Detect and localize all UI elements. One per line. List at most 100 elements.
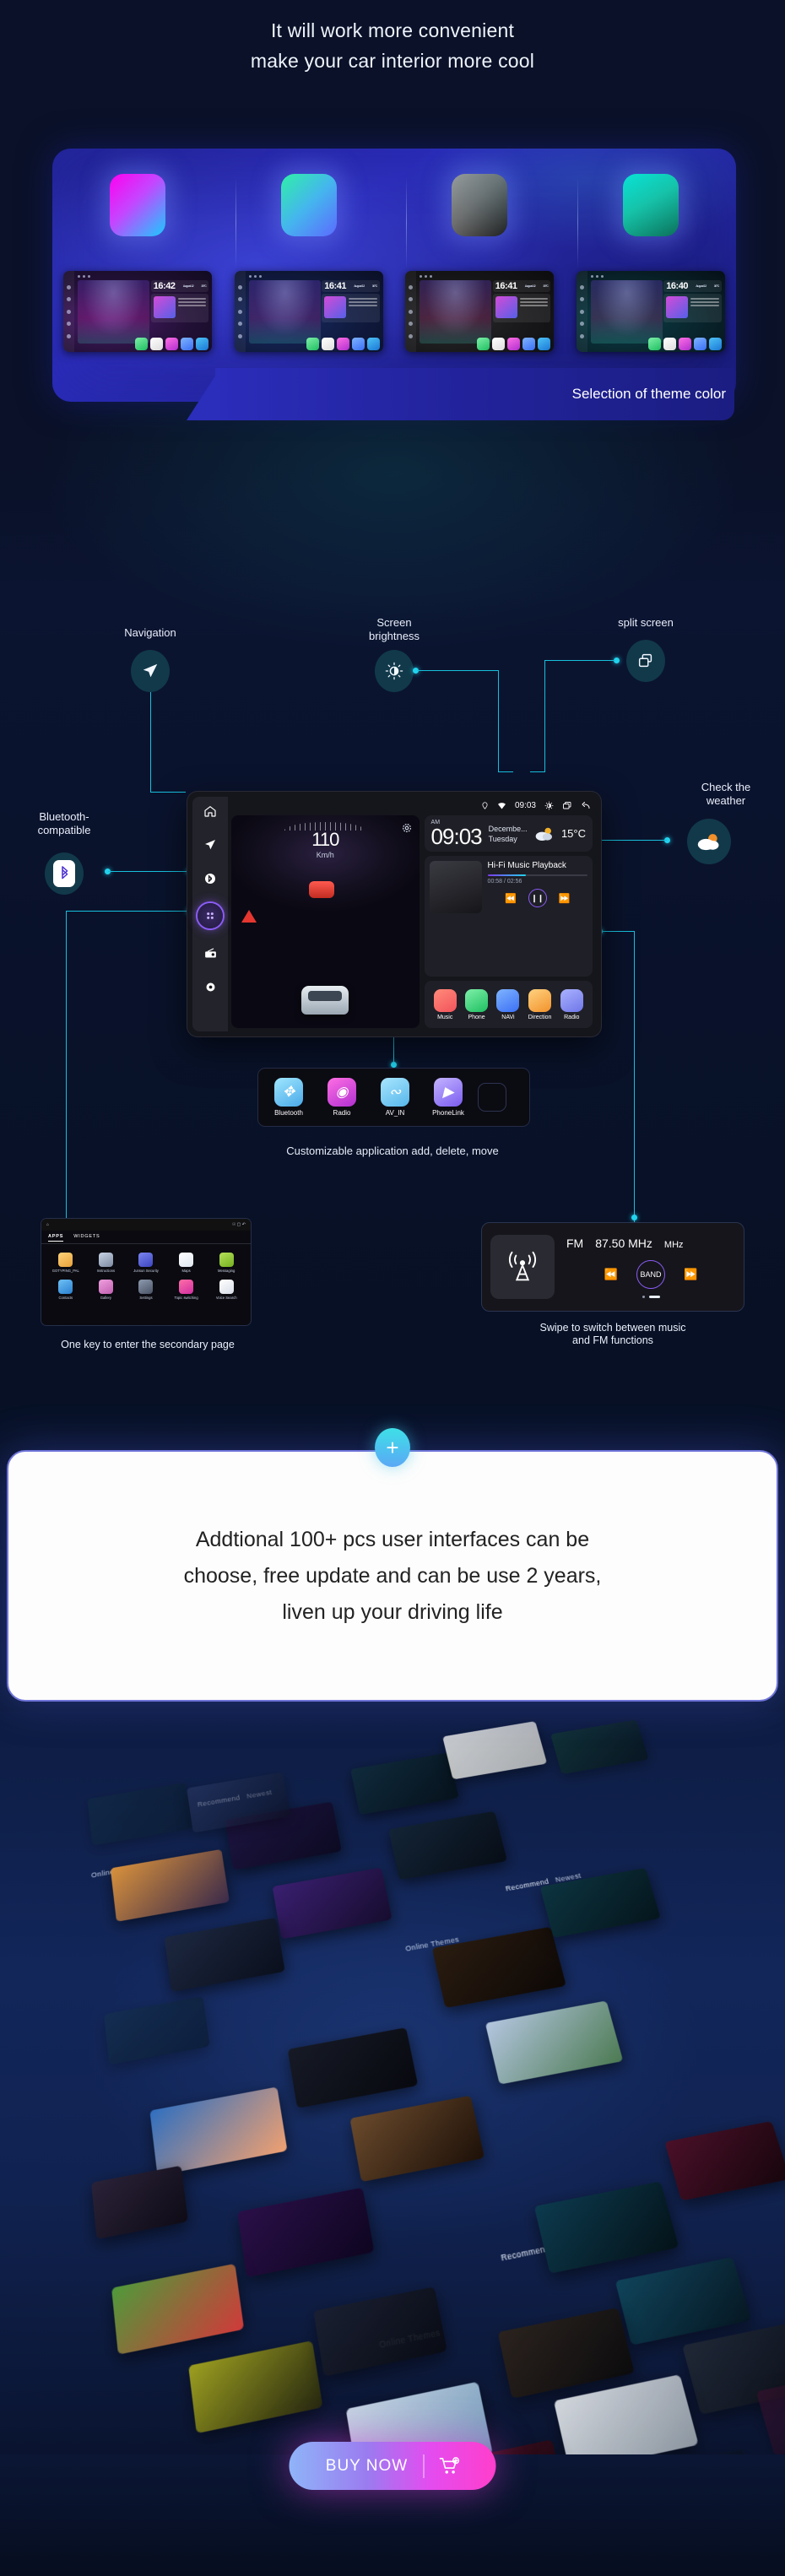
tab-widgets[interactable]: WIDGETS [73,1234,100,1242]
app-shortcut-music[interactable]: Music [433,988,457,1020]
music-elapsed-total: 00:58 / 02:56 [487,879,522,885]
preview-dashboard [420,280,491,344]
secondary-app-grid: GOTYPING_PAL Instructions Junsun Securit… [41,1244,251,1308]
theme-preview-thumbnail[interactable]: 16:40 August 12 30°C [576,271,725,352]
music-player-widget[interactable]: Hi-Fi Music Playback 00:58 / 02:56 ⏪ ❙❙ … [424,856,593,977]
tray-app-av-in[interactable]: ∾ AV_IN [371,1078,419,1117]
app-shortcut-radio[interactable]: Radio [560,988,583,1020]
app-shortcut-phone[interactable]: Phone [465,988,489,1020]
secondary-app-label: Maps [181,1269,191,1273]
secondary-app-item[interactable]: Junsun Security [127,1253,165,1273]
tab-apps[interactable]: APPS [48,1234,64,1242]
theme-thumbnail[interactable]: Day 3D [553,2374,699,2454]
theme-thumbnail[interactable]: Wilderness [110,1848,230,1922]
sidebar-item-radio[interactable] [201,944,219,962]
sidebar-item-home[interactable] [201,802,219,820]
tray-app-radio[interactable]: ◉ Radio [318,1078,365,1117]
theme-thumbnail[interactable]: Green-shadow [87,1782,193,1846]
album-art [429,861,482,913]
secondary-app-item[interactable]: Settings [127,1280,165,1300]
theme-swatch-teal[interactable] [622,174,679,236]
secondary-app-item[interactable]: Messaging [207,1253,246,1273]
fm-band-button[interactable]: BAND [636,1259,665,1289]
theme-preview-thumbnail[interactable]: 16:41 August 12 30°C [405,271,555,352]
tray-app-bluetooth[interactable]: ✥ Bluetooth [265,1078,312,1117]
connector-dot-tray [391,1062,397,1068]
theme-thumbnail[interactable]: Halley [388,1810,507,1881]
phone-icon [465,988,489,1012]
secondary-app-item[interactable]: Instructions [87,1253,126,1273]
secondary-app-item[interactable]: GOTYPING_PAL [46,1253,85,1273]
theme-swatch-grey-black[interactable] [452,174,508,236]
headline-line-2: make your car interior more cool [250,50,535,72]
theme-thumbnail[interactable]: Traverse [313,2286,447,2377]
theme-thumbnail[interactable]: Secret [164,1917,285,1992]
pause-button[interactable]: ❙❙ [528,889,547,907]
theme-thumbnail[interactable]: Traverse [287,2027,419,2108]
theme-thumbnail[interactable]: Purple-charm [237,2187,375,2278]
theme-thumbnail[interactable]: Set-Sail [349,2095,485,2183]
theme-thumbnail[interactable]: Horizon [614,2257,752,2346]
sidebar-item-navigation[interactable] [201,836,219,854]
theme-thumbnail[interactable]: Star-Alliance [103,1996,210,2065]
sidebar-item-bluetooth[interactable] [201,869,219,888]
theme-thumbnail[interactable]: Londina [272,1867,392,1940]
app-shortcut-navi[interactable]: NAVi [496,988,520,1020]
tray-app-phonelink[interactable]: ▶ PhoneLink [425,1078,472,1117]
clock-weather-widget[interactable]: AM 09:03 Decembe... Tuesday 15°C [424,815,593,852]
theme-name: Klein [134,2232,153,2240]
secondary-app-item[interactable]: Voice Search [207,1280,246,1300]
theme-thumbnail[interactable]: Astronaut [442,1721,548,1780]
clock-weekday: Tuesday [488,834,517,843]
preview-app-row [249,338,380,350]
secondary-app-item[interactable]: Contacts [46,1280,85,1300]
app-shortcut-direction[interactable]: Direction [528,988,551,1020]
preview-widgets: 16:42 August 12 30°C [150,280,209,322]
theme-swatch-magenta-cyan[interactable] [110,174,166,236]
back-arrow-icon[interactable] [581,801,591,810]
theme-thumbnail[interactable]: Sharp [188,2341,323,2434]
theme-caption-bubble: Selection of theme color [215,368,734,420]
hazard-car [308,881,334,898]
theme-thumbnail[interactable]: Bronze [550,1719,649,1775]
fm-radio-panel[interactable]: FM 87.50 MHz MHz ⏪ BAND ⏩ [481,1222,744,1312]
secondary-app-item[interactable]: Gallery [87,1280,126,1300]
music-progress-bar[interactable] [487,874,587,876]
theme-thumbnail[interactable]: Explore-universe [533,2181,679,2274]
theme-thumbnail[interactable]: Flatstyle [111,2263,245,2355]
status-clock: 09:03 [514,800,536,810]
home-icon: ⌂ [46,1222,50,1227]
fm-frequency: 87.50 MHz [595,1236,652,1250]
secondary-app-item[interactable]: Topic switching [167,1280,206,1300]
split-screen-icon[interactable] [562,801,572,810]
brightness-icon[interactable] [544,801,554,810]
theme-thumbnail[interactable]: Maldives [485,2000,624,2085]
plus-badge-icon: + [375,1428,410,1467]
phonelink-icon: ▶ [434,1078,463,1107]
sidebar-item-app-drawer[interactable] [198,903,223,928]
next-track-button[interactable]: ⏩ [559,893,571,904]
connector-brightness-v [498,670,499,771]
theme-swatch-green-blue[interactable] [280,174,337,236]
theme-thumbnail[interactable]: Microshadow [350,1752,459,1816]
theme-thumbnail[interactable]: Sunshine [664,2121,785,2201]
preview-date: August 12 [354,284,365,288]
preview-time: 16:41 [495,281,517,291]
theme-thumbnail[interactable]: Sunny the Cloud [497,2307,635,2399]
preview-album-art [666,296,689,318]
secondary-app-item[interactable]: Maps [167,1253,206,1273]
preview-dashboard [248,280,321,344]
swatch-cell [577,174,723,268]
connector-split-h2 [530,771,545,772]
sidebar-item-settings[interactable] [201,977,219,996]
theme-preview-thumbnail[interactable]: 16:42 August 12 30°C [63,271,213,352]
tray-empty-slot[interactable] [478,1083,506,1112]
theme-preview-thumbnail[interactable]: 16:41 August 12 30°C [234,271,383,352]
fm-next-button[interactable]: ⏩ [684,1268,697,1281]
buy-now-button[interactable]: BUY NOW [289,2442,496,2490]
driving-dashboard-widget[interactable]: 110 Km/h [231,815,420,1028]
fm-unit: MHz [663,1239,684,1250]
prev-track-button[interactable]: ⏪ [505,893,517,904]
secondary-page-panel[interactable]: ⌂ ☉ ▢ ↶ APPS WIDGETS GOTYPING_PAL Instru… [41,1218,252,1326]
fm-prev-button[interactable]: ⏪ [604,1268,618,1281]
